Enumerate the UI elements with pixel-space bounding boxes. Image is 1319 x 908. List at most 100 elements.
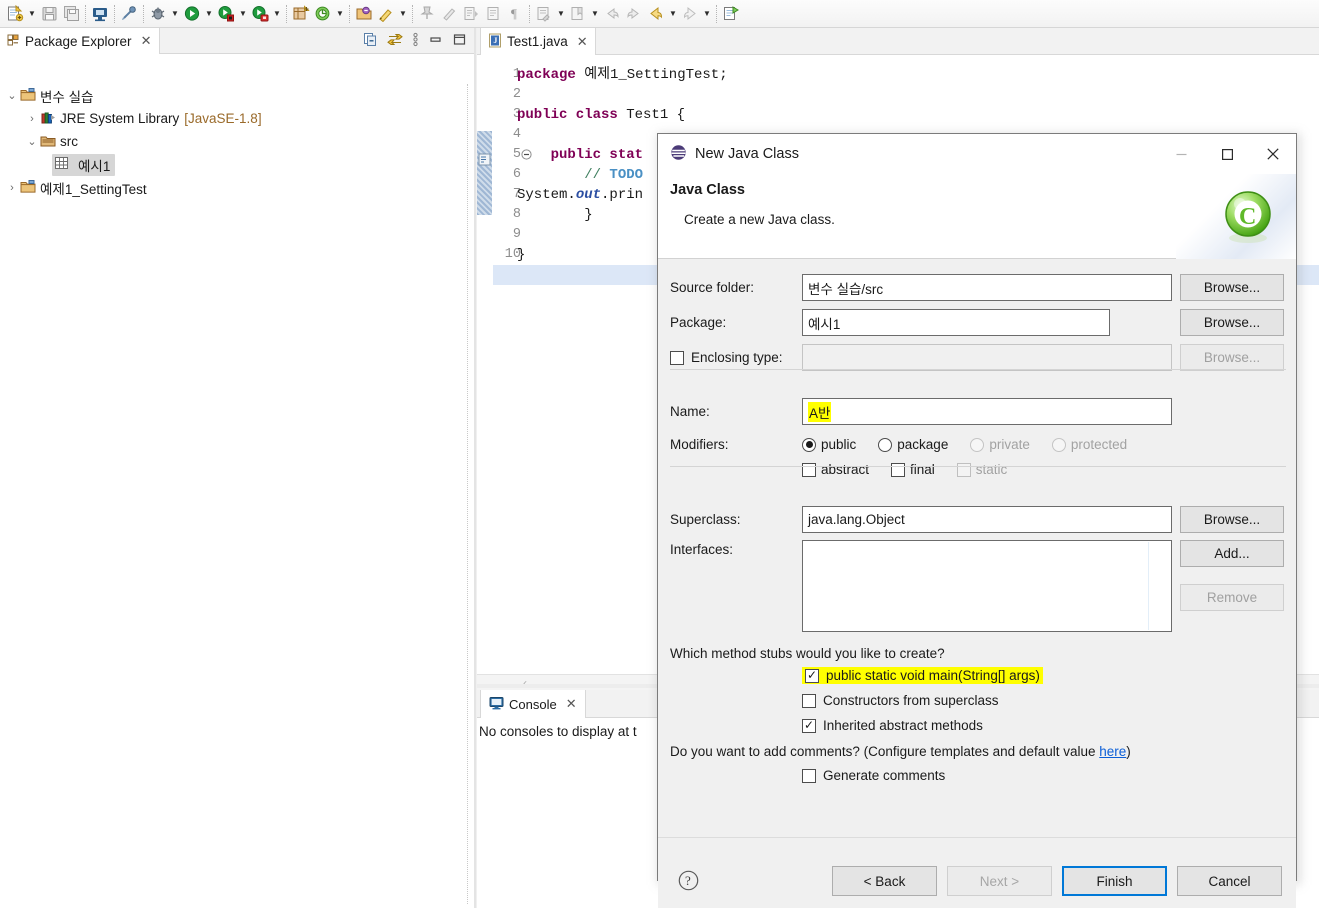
save-all-icon[interactable] [60,3,82,25]
open-type-icon[interactable] [353,3,375,25]
chevron-down-icon[interactable]: ▼ [555,3,567,25]
new-window-icon[interactable] [720,3,742,25]
enclosing-type-checkbox[interactable] [670,350,684,365]
constructors-checkbox[interactable] [802,693,816,708]
superclass-browse-button[interactable]: Browse... [1180,506,1284,533]
generate-comments-row[interactable]: Generate comments [658,763,1296,788]
toolbar-new-file[interactable]: ▼ [4,1,38,27]
name-input[interactable]: A반 [802,398,1172,425]
pin-editor-icon[interactable] [416,3,438,25]
save-icon[interactable] [38,3,60,25]
toolbar-build-all[interactable] [118,1,140,27]
inherited-abstract-checkbox[interactable]: ✓ [802,718,816,733]
package-explorer-scrollbar[interactable] [467,84,473,904]
toolbar-coverage[interactable]: ▼ [249,1,283,27]
toolbar-open-type[interactable] [353,1,375,27]
dialog-titlebar[interactable]: New Java Class [658,134,1296,174]
tree-item-project[interactable]: ⌄ 변수 실습 [0,84,467,107]
toolbar-pin-editor[interactable] [416,1,438,27]
chevron-down-icon[interactable]: ⌄ [24,135,40,148]
stub-inherited-abstract[interactable]: ✓ Inherited abstract methods [658,713,1296,738]
chevron-down-icon[interactable]: ⌄ [4,89,20,102]
panel-divider[interactable] [474,28,476,908]
tab-package-explorer[interactable]: Package Explorer ✕ [0,28,161,54]
coverage-icon[interactable] [249,3,271,25]
chevron-down-icon[interactable]: ▼ [169,3,181,25]
chevron-down-icon[interactable]: ▼ [203,3,215,25]
toolbar-pilcrow[interactable]: ¶ [504,1,526,27]
link-with-editor-icon[interactable] [387,32,403,50]
search-icon[interactable] [375,3,397,25]
back-nav-icon[interactable] [645,3,667,25]
tab-test1-java[interactable]: J Test1.java ✕ [480,28,596,55]
chevron-right-icon[interactable]: › [4,182,20,194]
minimize-icon[interactable] [428,32,443,50]
new-file-icon[interactable] [4,3,26,25]
package-browse-button[interactable]: Browse... [1180,309,1284,336]
toolbar-back-nav[interactable]: ▼ [645,1,679,27]
toolbar-back-history[interactable] [601,1,623,27]
collapse-all-icon[interactable] [363,32,378,50]
finish-button[interactable]: Finish [1062,866,1167,896]
toolbar-next-annotation[interactable] [460,1,482,27]
new-java-class-icon[interactable] [312,3,334,25]
interfaces-list[interactable] [802,540,1172,632]
superclass-input[interactable]: java.lang.Object [802,506,1172,533]
run-external-tools-icon[interactable] [215,3,237,25]
debug-icon[interactable] [147,3,169,25]
toolbar-new-window[interactable] [720,1,742,27]
toolbar-marker[interactable] [438,1,460,27]
tree-item-project-2[interactable]: › 예제1_SettingTest [0,176,467,199]
chevron-down-icon[interactable]: ▼ [667,3,679,25]
back-history-icon[interactable] [601,3,623,25]
modifier-abstract[interactable]: abstract [802,462,869,477]
project-tree[interactable]: ⌄ 변수 실습 › JRE System Library [JavaSE-1.8… [0,82,467,908]
stub-main-method[interactable]: ✓ public static void main(String[] args) [658,663,1296,688]
annotation-gutter[interactable] [477,55,493,690]
toolbar-print[interactable] [89,1,111,27]
chevron-down-icon[interactable]: ▼ [26,3,38,25]
toolbar-forward-history[interactable] [623,1,645,27]
toolbar-prev-annotation[interactable] [482,1,504,27]
chevron-down-icon[interactable]: ▼ [334,3,346,25]
package-input[interactable]: 예시1 [802,309,1110,336]
final-checkbox[interactable] [891,462,906,477]
last-edit-icon[interactable] [533,3,555,25]
close-icon[interactable]: ✕ [577,34,588,50]
close-icon[interactable]: ✕ [141,33,152,49]
abstract-checkbox[interactable] [802,462,816,477]
todo-task-icon[interactable] [478,153,491,169]
source-folder-browse-button[interactable]: Browse... [1180,274,1284,301]
toolbar-last-edit[interactable]: ▼ [533,1,567,27]
enclosing-type-input[interactable] [802,344,1172,371]
tree-item-src[interactable]: ⌄ src [0,130,467,153]
chevron-down-icon[interactable]: ▼ [589,3,601,25]
configure-templates-link[interactable]: here [1099,744,1126,759]
prev-annotation-icon[interactable] [482,3,504,25]
marker-icon[interactable] [438,3,460,25]
main-method-checkbox[interactable]: ✓ [805,668,819,683]
minimize-icon[interactable] [1158,134,1204,174]
toolbar-save[interactable] [38,1,60,27]
chevron-down-icon[interactable]: ▼ [237,3,249,25]
view-menu-icon[interactable] [412,32,419,50]
bookmark-icon[interactable] [567,3,589,25]
back-button[interactable]: < Back [832,866,937,896]
toolbar-save-all[interactable] [60,1,82,27]
interfaces-add-button[interactable]: Add... [1180,540,1284,567]
stub-constructors[interactable]: Constructors from superclass [658,688,1296,713]
toolbar-run[interactable]: ▼ [181,1,215,27]
next-annotation-icon[interactable] [460,3,482,25]
maximize-icon[interactable] [452,32,467,50]
run-icon[interactable] [181,3,203,25]
build-all-icon[interactable] [118,3,140,25]
maximize-icon[interactable] [1204,134,1250,174]
tree-item-jre-library[interactable]: › JRE System Library [JavaSE-1.8] [0,107,467,130]
source-folder-input[interactable]: 변수 실습/src [802,274,1172,301]
modifier-final[interactable]: final [891,462,935,477]
chevron-down-icon[interactable]: ▼ [271,3,283,25]
forward-nav-icon[interactable] [679,3,701,25]
forward-history-icon[interactable] [623,3,645,25]
close-icon[interactable]: ✕ [566,696,577,712]
toolbar-forward-nav[interactable]: ▼ [679,1,713,27]
